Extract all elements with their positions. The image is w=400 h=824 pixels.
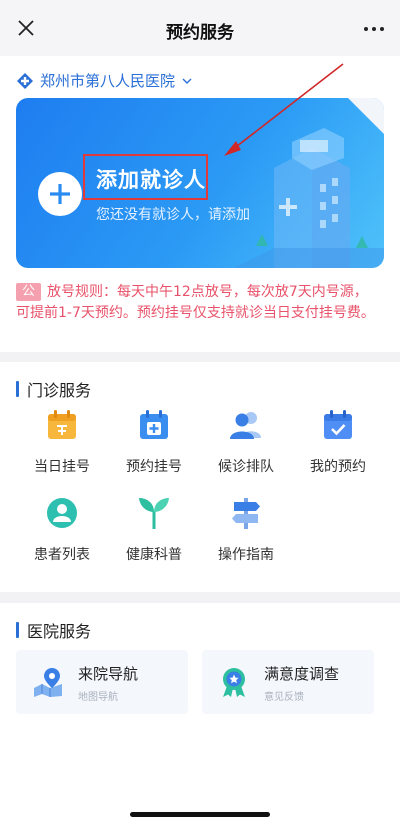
award-ribbon-icon [223, 668, 245, 697]
service-label: 健康科普 [126, 547, 182, 563]
hospital-name: 郑州市第八人民医院 [40, 72, 176, 90]
service-same-day-registration[interactable]: 当日挂号 [16, 408, 108, 476]
section-accent-bar [16, 381, 19, 397]
survey-title: 满意度调查 [264, 665, 340, 683]
service-patient-list[interactable]: 患者列表 [16, 496, 108, 564]
signpost-icon [232, 498, 260, 529]
hospital-services-section: 医院服务 来院导航 地图导航 满意度调查 意见反馈 [0, 603, 400, 824]
service-user-guide[interactable]: 操作指南 [200, 496, 292, 564]
service-my-appointments[interactable]: 我的预约 [292, 408, 384, 476]
navigation-title: 来院导航 [78, 665, 139, 683]
section-accent-bar [16, 622, 19, 638]
section-title: 医院服务 [27, 622, 92, 641]
sprout-icon [139, 498, 169, 529]
navigation-subtitle: 地图导航 [78, 692, 118, 703]
queue-users-icon [230, 412, 261, 439]
calendar-today-icon [48, 410, 76, 439]
calendar-check-icon [324, 410, 352, 439]
more-icon[interactable] [364, 27, 384, 31]
service-label: 预约挂号 [126, 459, 182, 475]
section-title: 门诊服务 [27, 381, 92, 400]
navbar: 预约服务 [0, 0, 400, 56]
navigation-card[interactable]: 来院导航 地图导航 [16, 650, 188, 714]
add-patient-title: 添加就诊人 [96, 168, 206, 192]
page-title: 预约服务 [166, 23, 234, 43]
chevron-down-icon [182, 78, 192, 84]
satisfaction-survey-card[interactable]: 满意度调查 意见反馈 [202, 650, 374, 714]
home-indicator[interactable] [130, 812, 270, 817]
notice-text: 放号规则：每天中午12点放号，每次放7天内号源，可提前1-7天预约。预约挂号仅支… [16, 284, 375, 321]
outpatient-section: 门诊服务 当日挂号 预约挂号 候诊排队 我的预约 患者列表 健康科普 操作指南 [0, 362, 400, 592]
map-location-icon [34, 668, 62, 697]
notice-badge: 公 [16, 283, 42, 301]
plus-icon [50, 184, 70, 204]
service-appointment-registration[interactable]: 预约挂号 [108, 408, 200, 476]
add-patient-button[interactable] [38, 172, 82, 216]
service-label: 操作指南 [218, 547, 274, 563]
service-label: 候诊排队 [218, 459, 274, 475]
notice: 公放号规则：每天中午12点放号，每次放7天内号源，可提前1-7天预约。预约挂号仅… [16, 282, 376, 324]
calendar-medical-icon [140, 410, 168, 439]
top-card: 郑州市第八人民医院 添加就诊人 您还没有就诊人，请添加 公 放号规则：每天中午1… [0, 56, 400, 352]
service-label: 当日挂号 [34, 459, 90, 475]
outpatient-header: 门诊服务 [16, 377, 91, 401]
service-health-education[interactable]: 健康科普 [108, 496, 200, 564]
service-label: 我的预约 [310, 459, 366, 475]
add-patient-subtitle: 您还没有就诊人，请添加 [96, 207, 250, 223]
patient-avatar-icon [47, 498, 77, 528]
survey-subtitle: 意见反馈 [264, 692, 304, 703]
hospital-services-header: 医院服务 [16, 618, 91, 642]
add-patient-banner[interactable]: 添加就诊人 您还没有就诊人，请添加 [16, 98, 384, 268]
service-label: 患者列表 [34, 547, 90, 563]
page-fold-corner [348, 98, 384, 134]
hospital-selector[interactable]: 郑州市第八人民医院 [16, 70, 193, 91]
hospital-cross-icon [17, 72, 33, 89]
service-waiting-queue[interactable]: 候诊排队 [200, 408, 292, 476]
